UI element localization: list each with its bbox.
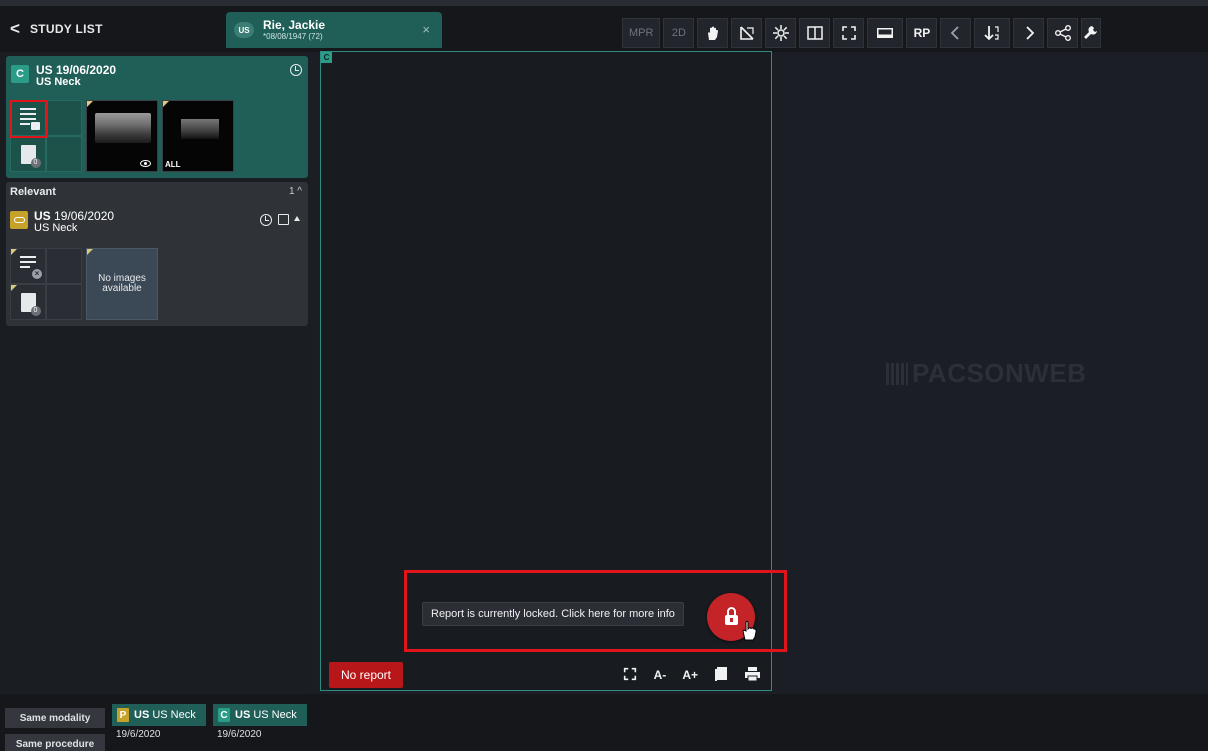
- close-tab-icon[interactable]: ×: [422, 22, 430, 37]
- current-study-description: US Neck: [36, 75, 81, 88]
- locked-report-highlight-box: [404, 570, 787, 652]
- logo-mark-icon: [886, 363, 908, 385]
- relevant-study-description: US Neck: [34, 221, 78, 234]
- toolbar: MPR 2D RP: [622, 18, 1102, 48]
- history-date: 19/6/2020: [217, 729, 262, 740]
- increase-font-button[interactable]: A+: [682, 668, 698, 682]
- empty-cell: [46, 248, 82, 284]
- eye-icon: [140, 160, 151, 167]
- monitor-icon[interactable]: [867, 18, 904, 48]
- current-study-card[interactable]: C US 19/06/2020 US Neck 0 ALL: [6, 56, 308, 178]
- print-icon[interactable]: [744, 666, 761, 685]
- patient-modality-badge: US: [234, 22, 254, 38]
- rp-button[interactable]: RP: [906, 18, 938, 48]
- wrench-settings-icon[interactable]: [1081, 18, 1102, 48]
- split-layout-icon[interactable]: [799, 18, 831, 48]
- unavailable-report-thumb[interactable]: ×: [10, 248, 46, 284]
- current-study-badge: C: [11, 65, 29, 83]
- history-date: 19/6/2020: [116, 729, 161, 740]
- no-report-button[interactable]: No report: [329, 662, 403, 688]
- patient-tab[interactable]: US Rie, Jackie *08/08/1947 (72) ×: [226, 12, 442, 48]
- next-arrow-icon[interactable]: [1013, 18, 1045, 48]
- history-modality: US: [235, 709, 251, 721]
- relevant-report-grid: × 0: [10, 248, 82, 320]
- attachment-file-icon: 0: [20, 292, 41, 316]
- patient-dob: *08/08/1947 (72): [263, 32, 323, 41]
- patient-name: Rie, Jackie: [263, 18, 326, 32]
- history-description: US Neck: [253, 709, 297, 721]
- history-chip: C US US Neck: [213, 704, 307, 726]
- measure-ruler-icon[interactable]: [731, 18, 763, 48]
- history-study-item[interactable]: C US US Neck 19/6/2020: [213, 704, 307, 746]
- all-series-thumb[interactable]: ALL: [162, 100, 234, 172]
- window-level-icon[interactable]: [765, 18, 797, 48]
- no-images-label: No images available: [98, 272, 146, 294]
- expand-caret-icon[interactable]: [294, 216, 300, 221]
- viewport-badge: C: [321, 52, 332, 63]
- copy-icon[interactable]: [714, 666, 728, 685]
- chevron-left-icon: <: [10, 19, 20, 38]
- ultrasound-series-thumb[interactable]: [86, 100, 158, 172]
- history-chip: P US US Neck: [112, 704, 206, 726]
- attachment-file-icon: 0: [20, 144, 41, 168]
- relevant-heading: Relevant: [10, 186, 56, 198]
- relevant-count[interactable]: 1 ^: [289, 186, 302, 197]
- same-procedure-button[interactable]: Same procedure: [5, 734, 105, 751]
- attachments-thumb[interactable]: 0: [10, 136, 46, 172]
- empty-cell: [46, 136, 82, 172]
- relevant-study-title[interactable]: US 19/06/2020 US Neck: [34, 210, 114, 234]
- locked-report-highlight: [10, 100, 48, 138]
- fullscreen-icon[interactable]: [622, 666, 638, 685]
- back-button-label: STUDY LIST: [29, 22, 103, 36]
- bottom-bar: Same modality Same procedure P US US Nec…: [0, 694, 1208, 751]
- same-modality-button[interactable]: Same modality: [5, 708, 105, 728]
- share-icon[interactable]: [1047, 18, 1079, 48]
- relevant-study-date: 19/06/2020: [54, 209, 115, 223]
- 2d-button[interactable]: 2D: [663, 18, 695, 48]
- open-external-icon[interactable]: [278, 214, 289, 225]
- back-to-study-list-button[interactable]: < STUDY LIST: [10, 16, 103, 42]
- mpr-button[interactable]: MPR: [622, 18, 661, 48]
- all-series-label: ALL: [165, 160, 181, 169]
- link-icon: [10, 211, 28, 229]
- no-images-placeholder: No images available: [86, 248, 158, 320]
- decrease-font-button[interactable]: A-: [654, 668, 667, 682]
- pan-hand-icon[interactable]: [697, 18, 729, 48]
- empty-cell: [46, 284, 82, 320]
- relevant-section: Relevant 1 ^ US 19/06/2020 US Neck × 0 N…: [6, 182, 308, 326]
- top-bar: < STUDY LIST US Rie, Jackie *08/08/1947 …: [0, 0, 1208, 52]
- logo-text: PACSONWEB: [912, 358, 1087, 388]
- report-unavailable-icon: ×: [20, 256, 42, 279]
- empty-cell: [46, 100, 82, 136]
- attachments-thumb[interactable]: 0: [10, 284, 46, 320]
- history-letter: C: [218, 708, 230, 722]
- current-study-date: US 19/06/2020: [36, 63, 117, 77]
- history-description: US Neck: [152, 709, 196, 721]
- history-modality: US: [134, 709, 150, 721]
- fullscreen-icon[interactable]: [833, 18, 865, 48]
- relevant-study-modality: US: [34, 209, 51, 223]
- pacsonweb-logo: PACSONWEB: [886, 358, 1086, 389]
- clock-icon[interactable]: [260, 214, 272, 226]
- report-tools: A- A+: [622, 664, 761, 686]
- top-strip: [0, 0, 1208, 6]
- sort-down-icon[interactable]: [974, 18, 1011, 48]
- study-panel: C US 19/06/2020 US Neck 0 ALL Relevant 1…: [0, 52, 310, 692]
- history-letter: P: [117, 708, 129, 722]
- clock-icon[interactable]: [290, 64, 302, 76]
- history-study-item[interactable]: P US US Neck 19/6/2020: [112, 704, 206, 746]
- previous-arrow-icon[interactable]: [940, 18, 972, 48]
